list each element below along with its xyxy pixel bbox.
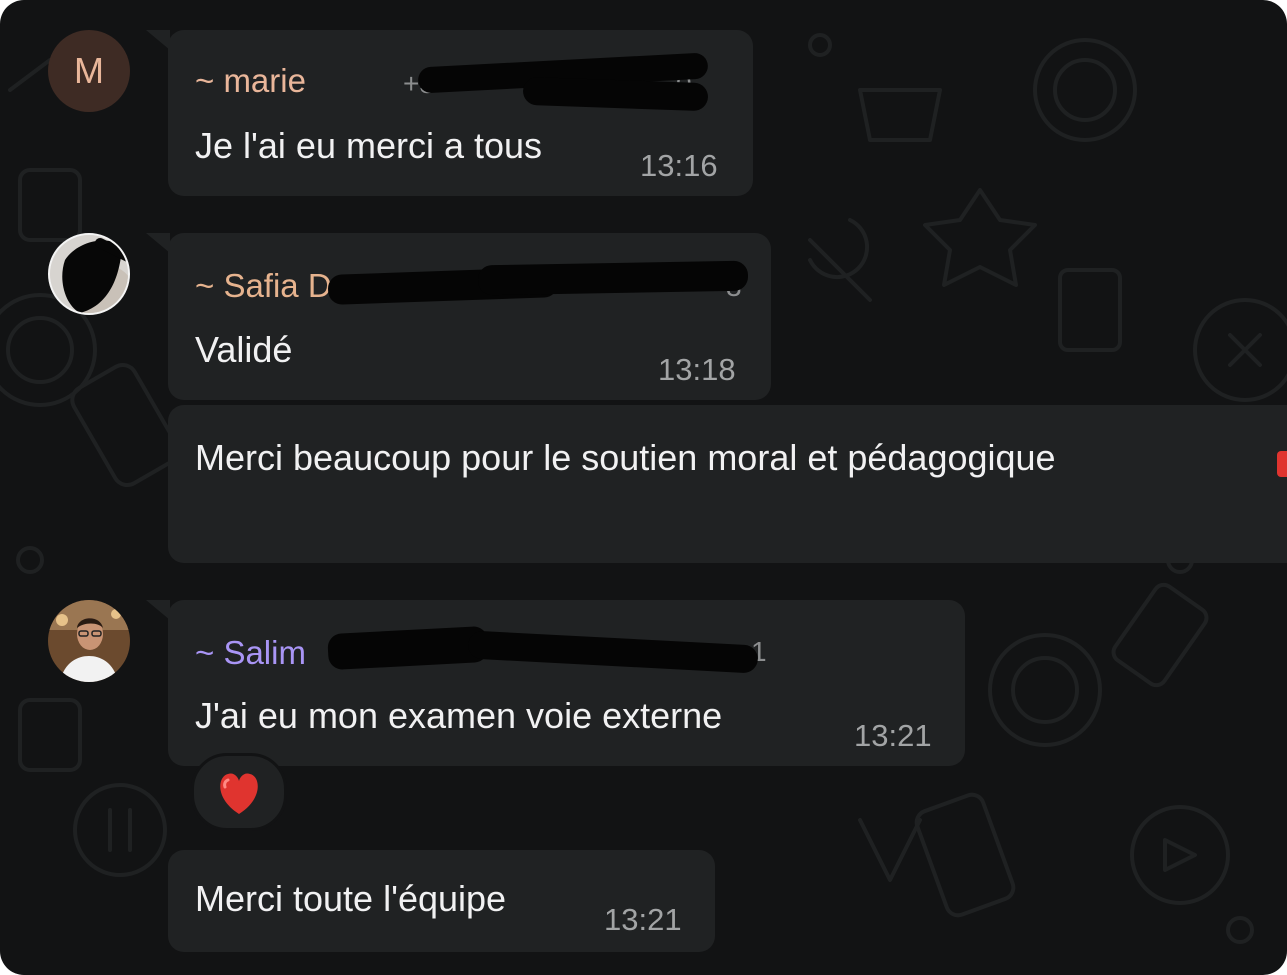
contact-photo-icon <box>48 600 130 682</box>
bubble-tail <box>146 30 170 50</box>
heart-icon <box>220 773 258 814</box>
redaction-mark <box>327 625 489 671</box>
redaction-mark <box>522 76 709 112</box>
message-bubble[interactable]: ~ marie +3 0 Je l'ai eu merci a tous 13:… <box>146 30 753 196</box>
message-bubble[interactable]: Merci beaucoup pour le soutien moral et … <box>168 405 1287 563</box>
avatar[interactable] <box>48 233 130 315</box>
message-text: J'ai eu mon examen voie externe <box>195 695 723 736</box>
bubble-tail <box>146 600 170 620</box>
message-bubble[interactable]: ~ Salim 1 J'ai eu mon examen voie extern… <box>146 600 965 766</box>
message-text: Merci beaucoup pour le soutien moral et … <box>195 437 1056 478</box>
redaction-mark <box>477 260 749 296</box>
sender-name[interactable]: ~ Salim <box>195 634 306 672</box>
avatar[interactable] <box>48 600 130 682</box>
message-time: 13:18 <box>658 352 736 387</box>
message-text: Je l'ai eu merci a tous <box>195 125 543 166</box>
message-time: 13:21 <box>604 902 682 937</box>
message-time: 13:21 <box>854 718 932 753</box>
message-time: 13:16 <box>640 148 718 183</box>
avatar-letter: M <box>74 50 104 91</box>
message-bubble[interactable]: Merci toute l'équipe 13:21 <box>168 850 715 952</box>
message-text: Validé <box>195 329 293 370</box>
redaction-mark <box>467 630 759 674</box>
sender-name[interactable]: ~ Safia D <box>195 267 332 305</box>
chat-view: M ~ marie +3 0 Je l'ai eu merci a tous 1… <box>0 0 1287 975</box>
message-bubble[interactable]: ~ Safia D 3 Validé 13:18 <box>146 233 771 400</box>
emoji-fragment <box>1277 451 1287 477</box>
message-text: Merci toute l'équipe <box>195 878 507 919</box>
bubble-tail <box>146 233 170 253</box>
avatar[interactable]: M <box>48 30 130 112</box>
reaction-badge[interactable] <box>191 753 287 831</box>
sender-name[interactable]: ~ marie <box>195 62 306 100</box>
